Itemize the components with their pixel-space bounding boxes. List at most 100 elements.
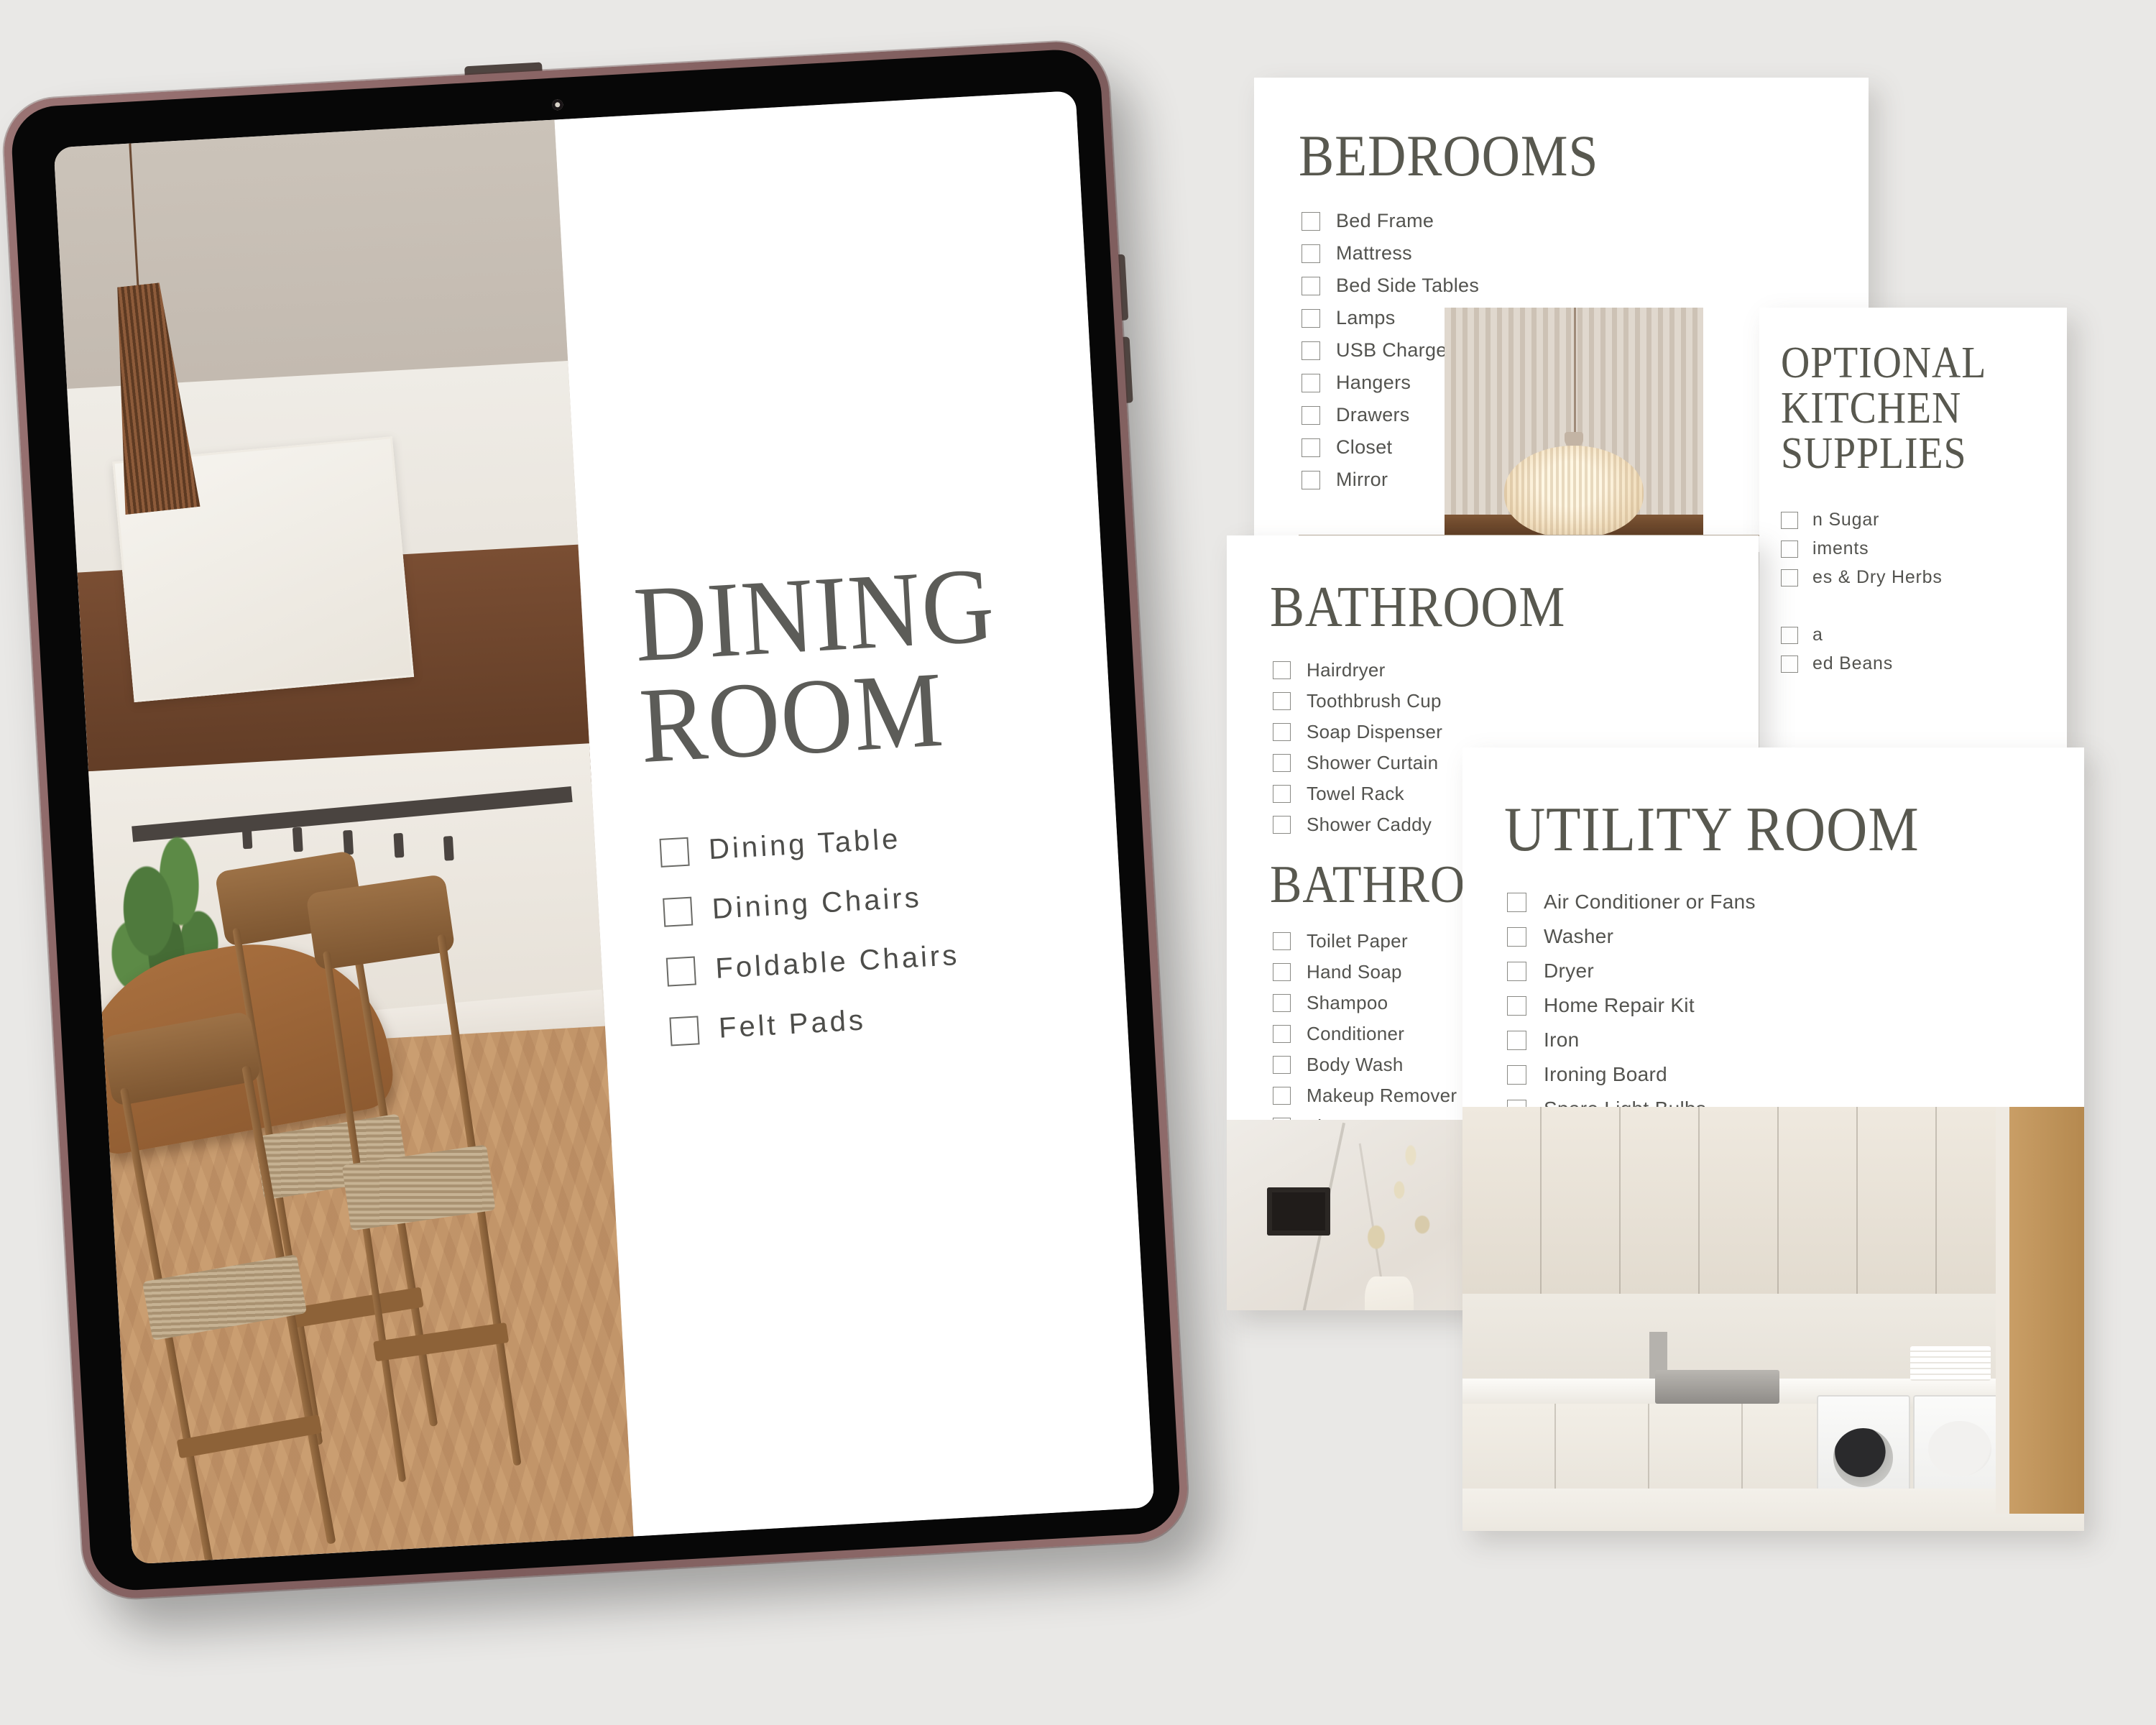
checkbox-icon[interactable] [1273,785,1291,803]
list-item[interactable]: Ironing Board [1507,1063,2084,1086]
checkbox-icon[interactable] [1273,963,1291,981]
checkbox-icon[interactable] [1507,1030,1526,1050]
checkbox-icon[interactable] [1781,626,1798,644]
checkbox-icon[interactable] [1507,926,1526,947]
tablet-screen[interactable]: DINING ROOM Dining Table Dining Chairs F… [53,91,1155,1565]
item-label: USB Charger [1336,339,1454,361]
item-label: Felt Pads [717,1004,867,1044]
list-item[interactable]: es & Dry Herbs [1781,564,2067,592]
item-label: ed Beans [1812,653,1894,674]
checkbox-icon[interactable] [1781,569,1798,586]
item-label: n Sugar [1812,510,1880,530]
checkbox-icon[interactable] [1302,308,1320,328]
card-title-bathroom: BATHROOM [1270,576,1566,639]
item-label: Shampoo [1307,992,1388,1013]
checkbox-icon[interactable] [1273,692,1291,710]
list-item[interactable]: Felt Pads [669,993,1080,1048]
checkbox-icon[interactable] [1507,961,1526,981]
list-item[interactable]: Bed Frame [1302,210,1869,232]
list-item[interactable]: iments [1781,535,2067,564]
checkbox-icon[interactable] [1273,661,1291,679]
item-label: Dining Table [707,823,902,866]
item-label: Ironing Board [1544,1063,1668,1085]
list-item[interactable]: Dining Table [659,814,1070,869]
checkbox-icon[interactable] [1273,1087,1291,1105]
item-label: Hand Soap [1307,961,1402,983]
list-item[interactable]: ed Beans [1781,650,2067,678]
list-item[interactable]: Bed Side Tables [1302,275,1869,297]
checkbox-icon[interactable] [1273,932,1291,950]
list-item[interactable]: Iron [1507,1029,2084,1052]
item-label: Lamps [1336,307,1396,328]
list-item[interactable]: Washer [1507,925,2084,948]
checkbox-icon[interactable] [1507,995,1526,1016]
dining-room-photo [53,119,634,1565]
item-label: a [1812,625,1823,645]
checkbox-icon[interactable] [1273,994,1291,1012]
dining-room-checklist-pane: DINING ROOM Dining Table Dining Chairs F… [554,91,1155,1537]
checkbox-icon[interactable] [1781,540,1798,558]
checkbox-icon[interactable] [1302,211,1320,231]
tablet-mockup: DINING ROOM Dining Table Dining Chairs F… [1,38,1214,1632]
dining-room-item-list: Dining Table Dining Chairs Foldable Chai… [646,814,1082,1075]
item-label: iments [1812,538,1869,559]
checkbox-icon[interactable] [1302,341,1320,360]
checkbox-icon[interactable] [1302,244,1320,263]
list-item[interactable]: Dryer [1507,960,2084,983]
optional-kitchen-item-list: n Sugar iments es & Dry Herbs a ed Beans [1781,506,2067,678]
item-label: Shower Caddy [1307,814,1432,835]
checkbox-icon[interactable] [662,896,694,927]
checkbox-icon[interactable] [1781,655,1798,673]
item-label: Dining Chairs [711,881,923,925]
list-item[interactable]: n Sugar [1781,506,2067,535]
item-label: Bed Frame [1336,210,1434,231]
card-title-optional-kitchen-supplies: OPTIONAL KITCHEN SUPPLIES [1781,339,1986,479]
list-item[interactable]: Dining Chairs [662,873,1074,929]
tablet-frame: DINING ROOM Dining Table Dining Chairs F… [1,39,1191,1601]
card-title-utility-room: UTILITY ROOM [1504,795,1920,865]
checkbox-icon[interactable] [669,1015,700,1046]
list-item[interactable]: Air Conditioner or Fans [1507,891,2084,914]
item-label: Makeup Remover [1307,1085,1457,1106]
list-item[interactable]: Toothbrush Cup [1273,690,1759,712]
checkbox-icon[interactable] [1273,1025,1291,1043]
checkbox-icon[interactable] [1302,276,1320,295]
item-label: Mirror [1336,469,1388,490]
checkbox-icon[interactable] [1273,1056,1291,1074]
checkbox-icon[interactable] [1273,723,1291,741]
card-optional-kitchen-supplies: OPTIONAL KITCHEN SUPPLIES n Sugar iments… [1759,308,2067,759]
list-item[interactable]: a [1781,621,2067,650]
item-label: es & Dry Herbs [1812,567,1943,588]
item-label: Mattress [1336,242,1412,264]
checkbox-icon[interactable] [659,837,690,868]
checkbox-icon[interactable] [1302,405,1320,425]
item-label: Closet [1336,436,1393,458]
item-label: Bed Side Tables [1336,275,1480,296]
item-label: Foldable Chairs [714,939,961,985]
checkbox-icon[interactable] [1507,1064,1526,1085]
page-title: DINING ROOM [630,545,998,786]
checkbox-icon[interactable] [1781,511,1798,529]
list-item[interactable]: Soap Dispenser [1273,721,1759,743]
list-item[interactable] [1781,592,2067,621]
checkbox-icon[interactable] [665,955,696,987]
item-label: Washer [1544,925,1614,947]
checkbox-icon[interactable] [1273,816,1291,834]
card-title-bedrooms: BEDROOMS [1299,123,1599,188]
item-label: Dryer [1544,960,1594,982]
item-label: Hairdryer [1307,659,1386,681]
list-item[interactable]: Hairdryer [1273,659,1759,681]
list-item[interactable]: Mattress [1302,242,1869,264]
item-label: Toilet Paper [1307,930,1408,952]
item-label: Body Wash [1307,1054,1404,1075]
list-item[interactable]: Foldable Chairs [665,933,1077,988]
checkbox-icon[interactable] [1302,438,1320,457]
checkbox-icon[interactable] [1302,470,1320,489]
item-label: Home Repair Kit [1544,994,1695,1016]
light-switch-icon [1267,1187,1330,1236]
checkbox-icon[interactable] [1302,373,1320,392]
list-item[interactable]: Home Repair Kit [1507,994,2084,1017]
bedroom-photo [1445,308,1703,538]
checkbox-icon[interactable] [1507,892,1526,912]
checkbox-icon[interactable] [1273,754,1291,772]
